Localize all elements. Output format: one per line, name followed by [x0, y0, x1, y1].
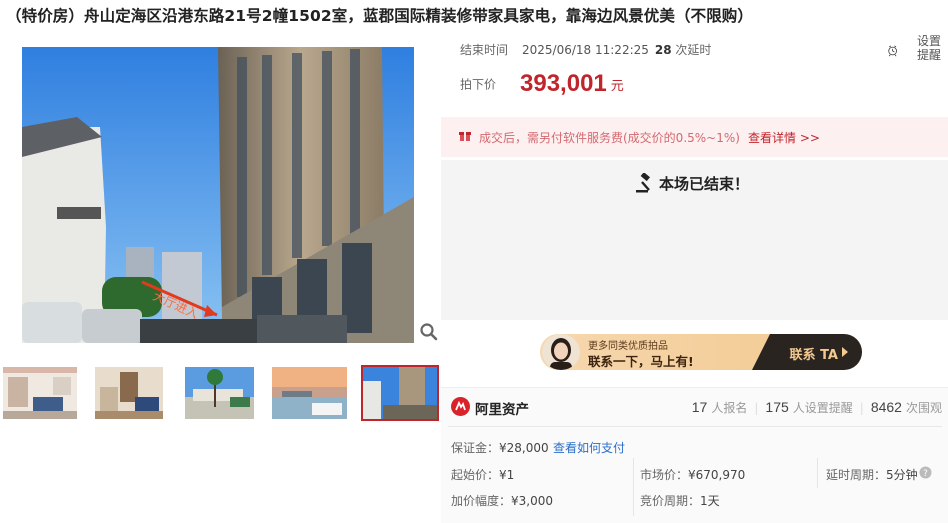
market-price-label: 市场价： [640, 468, 689, 482]
alarm-clock-icon[interactable] [887, 34, 913, 68]
signup-count: 17 [691, 399, 708, 415]
end-time-value: 2025/06/18 11:22:25 [522, 43, 649, 57]
bidding-cycle-label: 竞价周期： [640, 494, 701, 508]
view-details-link[interactable]: 查看详情 >> [748, 129, 820, 146]
page-title: （特价房）舟山定海区沿港东路21号2幢1502室，蓝郡国际精装修带家具家电，靠海… [6, 7, 753, 25]
agent-avatar [542, 334, 580, 370]
zoom-icon[interactable] [419, 322, 439, 342]
delay-unit: 次延时 [675, 43, 712, 57]
thumbnail-image [272, 367, 347, 419]
stats-divider: | [859, 401, 864, 415]
bidding-cycle-row: 竞价周期：1天 [640, 492, 720, 509]
thumbnail-image [363, 367, 437, 419]
ali-assets-logo-icon [451, 397, 470, 416]
column-divider [633, 458, 634, 516]
start-price-value: ¥1 [499, 468, 515, 482]
auction-stats: 17 人报名 | 175 人设置提醒 | 8462 次围观 [692, 399, 942, 416]
start-price-row: 起始价：¥1 [451, 466, 514, 483]
deposit-label: 保证金： [451, 441, 500, 455]
view-count: 8462 [870, 399, 902, 415]
play-arrow-icon [842, 347, 848, 357]
thumbnail-2[interactable] [93, 365, 165, 421]
thumbnail-3[interactable] [183, 365, 256, 421]
stats-divider: | [754, 401, 759, 415]
contact-promo-line1: 更多同类优质拍品 [588, 341, 668, 352]
svg-text:?: ? [923, 469, 928, 479]
increment-label: 加价幅度： [451, 494, 512, 508]
delay-period-row: 延时周期：5分钟 [826, 466, 918, 483]
thumbnail-image [3, 367, 77, 419]
increment-value: ¥3,000 [511, 494, 554, 508]
gavel-icon [636, 173, 650, 193]
end-time-row: 结束时间 2025/06/18 11:22:25 28 次延时 [460, 41, 711, 58]
help-icon[interactable]: ? [919, 466, 932, 479]
divider [448, 426, 942, 427]
signup-label: 人报名 [711, 401, 748, 415]
final-price-unit: 元 [610, 78, 624, 94]
set-reminder-button[interactable]: 设置提醒 [917, 34, 945, 62]
final-price-value: 393,001 [520, 70, 607, 97]
final-price-row: 拍下价 393,001 元 [460, 70, 624, 98]
thumbnail-image [95, 367, 163, 419]
deposit-row: 保证金：¥28,000 [451, 439, 549, 456]
market-price-row: 市场价：¥670,970 [640, 466, 745, 483]
market-price-value: ¥670,970 [688, 468, 746, 482]
reminder-count: 175 [765, 399, 789, 415]
service-fee-text: 成交后，需另付软件服务费(成交价的0.5%~1%) [479, 131, 740, 145]
contact-seller-banner[interactable]: 更多同类优质拍品 联系一下，马上有! 联系 TA [540, 334, 862, 370]
service-fee-notice: 成交后，需另付软件服务费(成交价的0.5%~1%) 查看详情 >> [441, 117, 948, 157]
contact-ta-button[interactable]: 联系 TA [790, 344, 838, 363]
final-price-label: 拍下价 [460, 77, 497, 92]
building-photo: 大厅进入 [22, 47, 414, 343]
contact-promo-line2: 联系一下，马上有! [588, 354, 694, 369]
main-photo[interactable]: 大厅进入 [22, 47, 414, 343]
thumbnail-image [185, 367, 254, 419]
delay-period-value: 5分钟 [886, 468, 918, 482]
thumbnail-5[interactable] [361, 365, 439, 421]
delay-count: 28 [654, 43, 672, 57]
delay-period-label: 延时周期： [826, 468, 887, 482]
view-label: 次围观 [905, 401, 942, 415]
thumbnail-4[interactable] [270, 365, 349, 421]
thumbnail-1[interactable] [1, 365, 79, 421]
gift-icon [459, 132, 471, 141]
seller-name[interactable]: 阿里资产 [475, 398, 529, 418]
auction-ended-panel: 本场已结束！ [441, 160, 948, 320]
auction-ended-text: 本场已结束！ [659, 175, 750, 193]
bidding-cycle-value: 1天 [700, 494, 720, 508]
start-price-label: 起始价： [451, 468, 500, 482]
reminder-label: 人设置提醒 [792, 401, 853, 415]
column-divider [817, 458, 818, 488]
increment-row: 加价幅度：¥3,000 [451, 492, 553, 509]
deposit-value: ¥28,000 [499, 441, 549, 455]
how-to-pay-link[interactable]: 查看如何支付 [553, 439, 625, 456]
end-time-label: 结束时间 [460, 43, 509, 57]
